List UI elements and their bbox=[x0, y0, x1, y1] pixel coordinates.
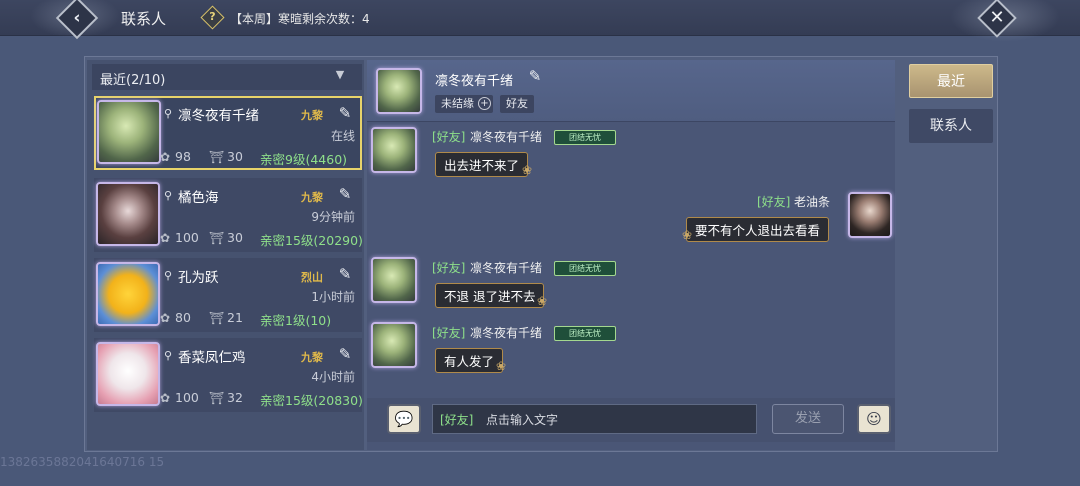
input-placeholder: 点击输入文字 bbox=[486, 413, 559, 427]
brush-icon[interactable]: ✎ bbox=[335, 264, 355, 284]
page-title: 联系人 bbox=[121, 10, 167, 28]
flower-icon: ✿ bbox=[160, 391, 171, 405]
brush-icon[interactable]: ✎ bbox=[335, 103, 355, 123]
input-channel-prefix: [好友] bbox=[440, 413, 474, 427]
contact-name: 橘色海 bbox=[178, 190, 219, 206]
title-badge: 团结无忧 bbox=[554, 326, 616, 341]
cloud-ornament-icon: ❀ bbox=[521, 163, 533, 177]
avatar[interactable] bbox=[96, 182, 160, 246]
flower-icon: ✿ bbox=[160, 150, 171, 164]
friend-tag: 好友 bbox=[500, 95, 534, 113]
message-bubble: 有人发了 bbox=[435, 348, 504, 373]
channel-prefix: [好友] bbox=[432, 326, 466, 340]
server-tag: 九黎 bbox=[301, 109, 323, 122]
intimacy-level: 亲密9级(4460) bbox=[260, 152, 348, 167]
avatar[interactable] bbox=[376, 68, 422, 114]
smiley-icon: ☺ bbox=[866, 410, 882, 428]
magnifier-icon: ⚲ bbox=[164, 189, 173, 202]
brush-icon[interactable]: ✎ bbox=[525, 66, 545, 86]
message-bubble: 不退 退了进不去 bbox=[435, 283, 545, 308]
gift-icon: ⛩ bbox=[209, 311, 225, 325]
sender-name: 凛冬夜有千绪 bbox=[470, 130, 543, 144]
gift-count: 32 bbox=[227, 390, 243, 405]
gift-count: 30 bbox=[227, 230, 243, 245]
cloud-ornament-icon: ❀ bbox=[536, 294, 548, 308]
chat-partner-name: 凛冬夜有千绪 bbox=[435, 74, 514, 89]
magnifier-icon: ⚲ bbox=[164, 269, 173, 282]
plus-icon[interactable]: + bbox=[478, 97, 491, 110]
gift-icon: ⛩ bbox=[209, 391, 225, 405]
recent-filter-label: 最近(2/10) bbox=[100, 73, 166, 88]
weekly-greeting-count: 【本周】寒暄剩余次数：4 bbox=[230, 12, 370, 26]
title-badge: 团结无忧 bbox=[554, 130, 616, 145]
chat-input[interactable] bbox=[432, 404, 757, 434]
magnifier-icon: ⚲ bbox=[164, 349, 173, 362]
channel-prefix: [好友] bbox=[432, 261, 466, 275]
tab-recent[interactable]: 最近 bbox=[909, 64, 993, 98]
tab-contacts[interactable]: 联系人 bbox=[909, 109, 993, 143]
unbound-label: 未结缘 bbox=[441, 97, 474, 110]
cloud-ornament-icon: ❀ bbox=[681, 228, 693, 242]
send-button[interactable]: 发送 bbox=[772, 404, 844, 434]
contact-name: 凛冬夜有千绪 bbox=[178, 108, 259, 124]
flower-count: 80 bbox=[175, 310, 191, 325]
avatar[interactable] bbox=[96, 342, 160, 406]
emoji-button[interactable]: ☺ bbox=[857, 404, 891, 434]
avatar[interactable] bbox=[97, 100, 161, 164]
sender-name: 凛冬夜有千绪 bbox=[470, 326, 543, 340]
watermark-text: 1382635882041640716 15 bbox=[0, 455, 165, 469]
flower-count: 100 bbox=[175, 230, 199, 245]
sender-name: 凛冬夜有千绪 bbox=[470, 261, 543, 275]
flower-count: 98 bbox=[175, 149, 191, 164]
server-tag: 烈山 bbox=[301, 271, 323, 284]
gift-icon: ⛩ bbox=[209, 231, 225, 245]
flower-count: 100 bbox=[175, 390, 199, 405]
contact-name: 孔为跃 bbox=[178, 270, 219, 286]
speech-bubble-icon: 💬 bbox=[394, 410, 414, 428]
online-status: 4小时前 bbox=[311, 370, 355, 384]
title-badge: 团结无忧 bbox=[554, 261, 616, 276]
close-icon[interactable]: ✕ bbox=[984, 4, 1010, 32]
gift-icon: ⛩ bbox=[209, 150, 225, 164]
channel-prefix: [好友] bbox=[432, 130, 466, 144]
avatar[interactable] bbox=[96, 262, 160, 326]
online-status: 在线 bbox=[330, 129, 355, 143]
flower-icon: ✿ bbox=[160, 311, 171, 325]
intimacy-level: 亲密15级(20290) bbox=[260, 233, 363, 248]
gift-count: 30 bbox=[227, 149, 243, 164]
flower-icon: ✿ bbox=[160, 231, 171, 245]
server-tag: 九黎 bbox=[301, 351, 323, 364]
chevron-left-icon[interactable]: ‹ bbox=[67, 6, 87, 30]
cloud-ornament-icon: ❀ bbox=[495, 359, 507, 373]
avatar[interactable] bbox=[371, 322, 417, 368]
online-status: 9分钟前 bbox=[311, 210, 355, 224]
voice-button[interactable]: 💬 bbox=[387, 404, 421, 434]
avatar[interactable] bbox=[848, 192, 892, 238]
sender-name: 老油条 bbox=[794, 195, 831, 209]
intimacy-level: 亲密15级(20830) bbox=[260, 393, 363, 408]
channel-prefix: [好友] bbox=[757, 195, 791, 209]
gift-count: 21 bbox=[227, 310, 243, 325]
avatar[interactable] bbox=[371, 127, 417, 173]
message-bubble: 要不有个人退出去看看 bbox=[686, 217, 830, 242]
server-tag: 九黎 bbox=[301, 191, 323, 204]
chevron-down-icon[interactable]: ▼ bbox=[334, 68, 346, 82]
question-icon[interactable]: ? bbox=[204, 8, 221, 26]
online-status: 1小时前 bbox=[311, 290, 355, 304]
message-bubble: 出去进不来了 bbox=[435, 152, 529, 177]
brush-icon[interactable]: ✎ bbox=[335, 344, 355, 364]
intimacy-level: 亲密1级(10) bbox=[260, 313, 332, 328]
magnifier-icon: ⚲ bbox=[164, 107, 173, 120]
brush-icon[interactable]: ✎ bbox=[335, 184, 355, 204]
contact-name: 香菜凤仁鸡 bbox=[178, 350, 246, 366]
avatar[interactable] bbox=[371, 257, 417, 303]
